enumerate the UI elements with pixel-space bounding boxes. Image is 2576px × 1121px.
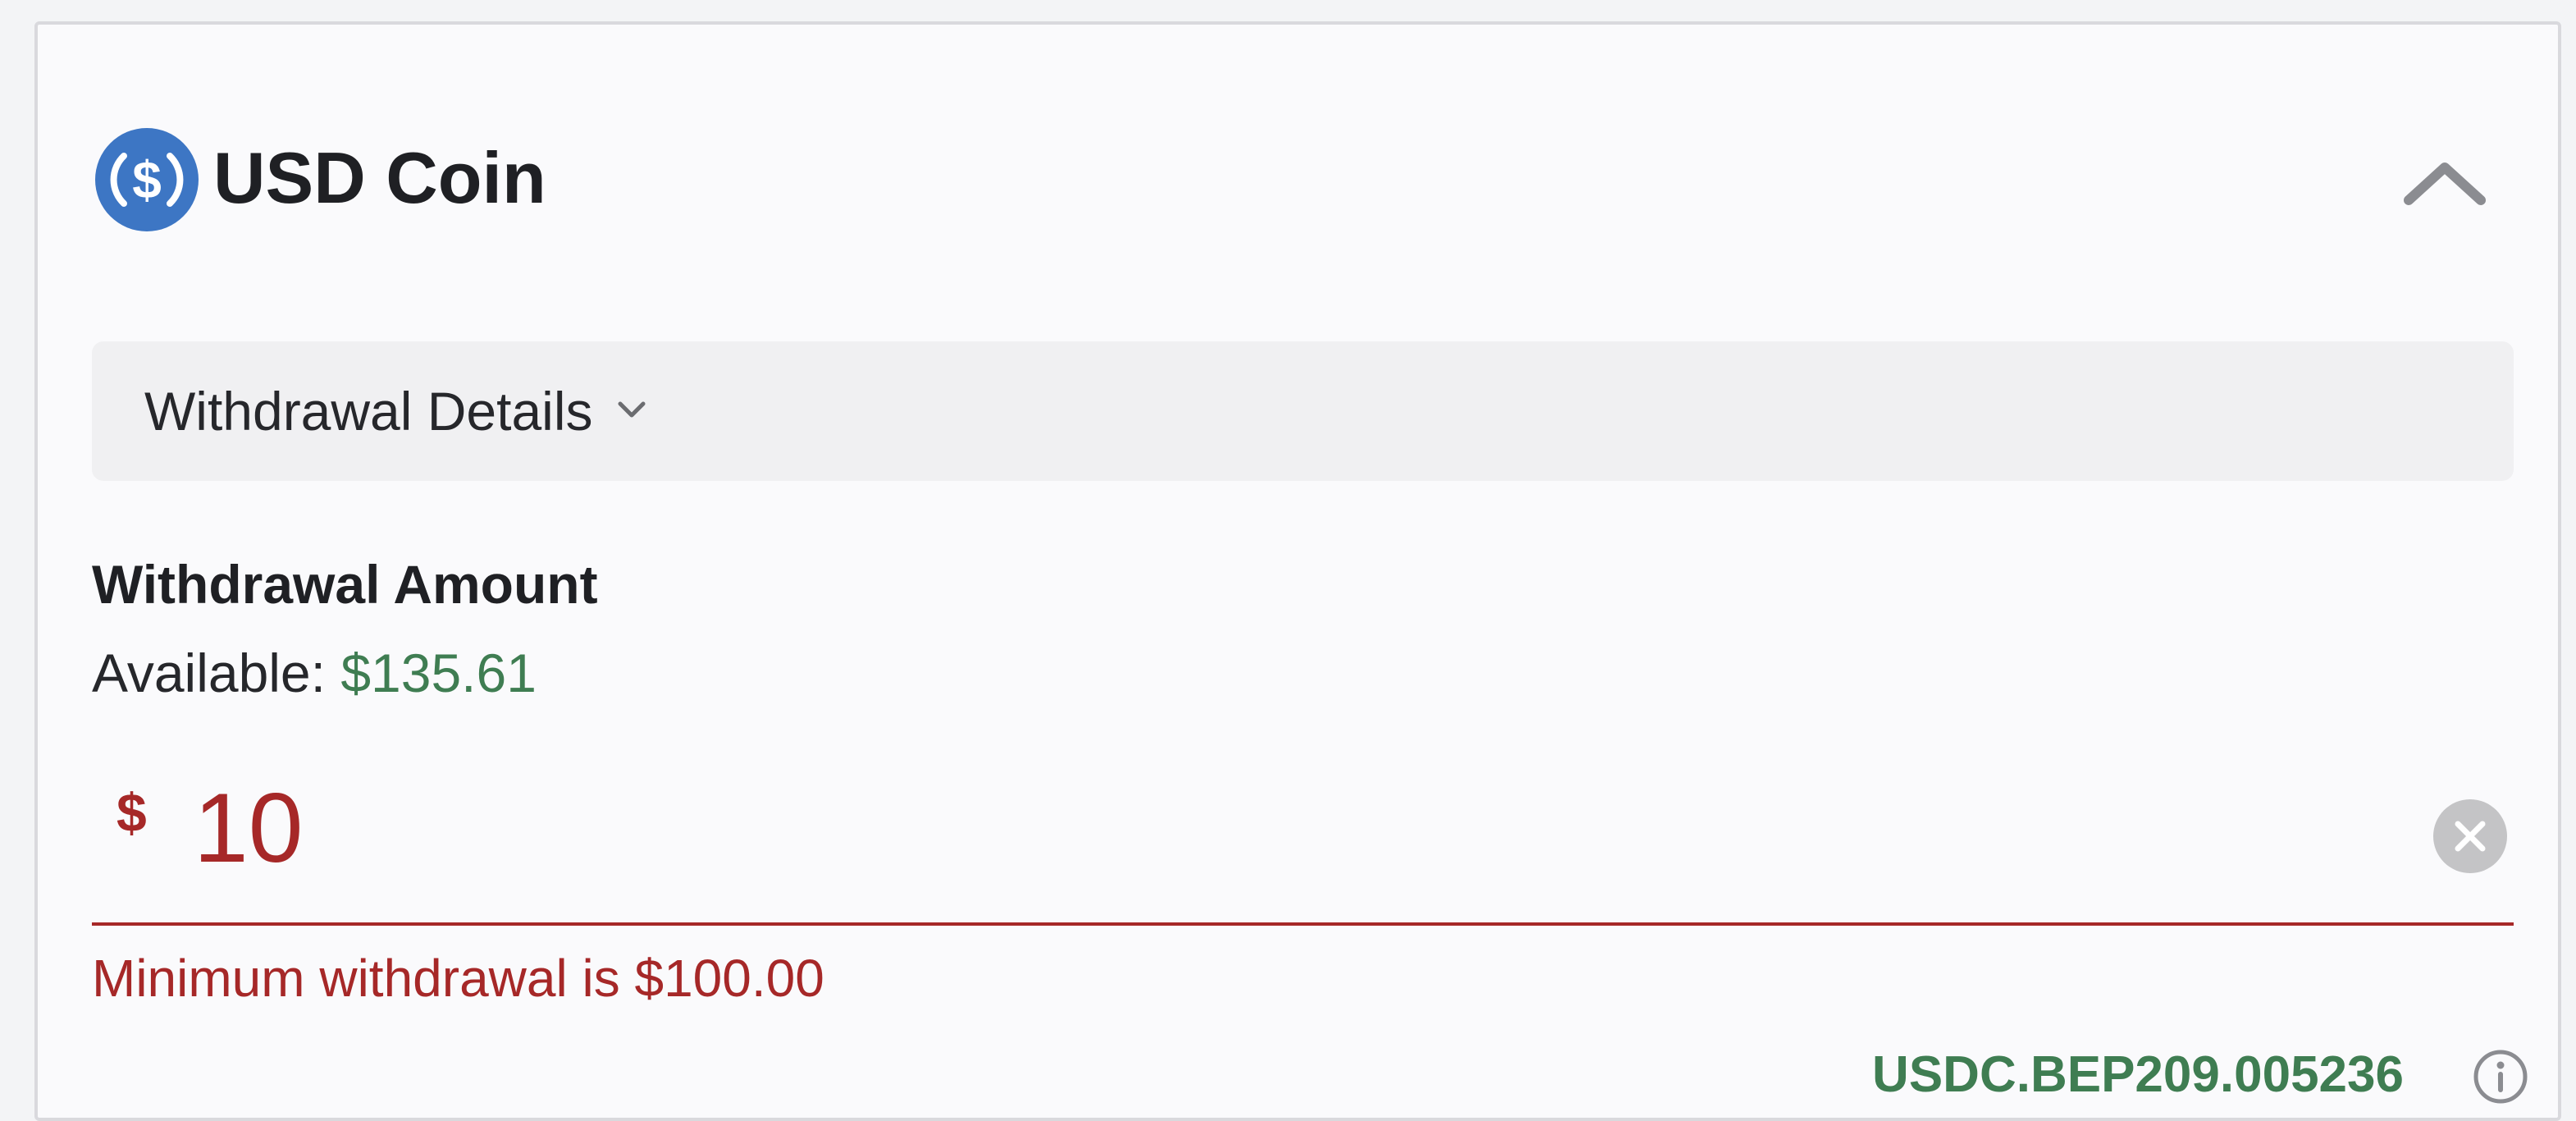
withdrawal-details-label: Withdrawal Details [144,381,593,442]
info-circle-icon [2473,1050,2528,1104]
svg-text:$: $ [132,150,162,209]
withdrawal-amount-input[interactable] [194,766,2327,890]
collapse-button[interactable] [2397,148,2492,213]
usdc-coin-icon: $ [95,128,199,231]
clear-x-circle-icon [2433,799,2507,873]
network-code: USDC.BEP209.005236 [1872,1046,2404,1103]
usd-coin-withdrawal-card: $ USD Coin Withdrawal Details Withdrawal… [34,21,2561,1121]
coin-title: USD Coin [213,137,546,218]
currency-symbol: $ [116,782,147,843]
available-balance: Available: $135.61 [92,638,537,707]
clear-amount-button[interactable] [2433,799,2507,873]
info-button[interactable] [2473,1049,2528,1105]
minimum-withdrawal-error: Minimum withdrawal is $100.00 [92,949,824,1008]
withdrawal-details-dropdown[interactable]: Withdrawal Details [92,341,2514,481]
withdrawal-amount-heading: Withdrawal Amount [92,554,598,615]
amount-input-underline [92,922,2514,926]
chevron-up-icon [2404,162,2486,205]
chevron-down-icon [618,401,646,418]
available-value: $135.61 [340,643,537,703]
available-label: Available: [92,643,326,703]
